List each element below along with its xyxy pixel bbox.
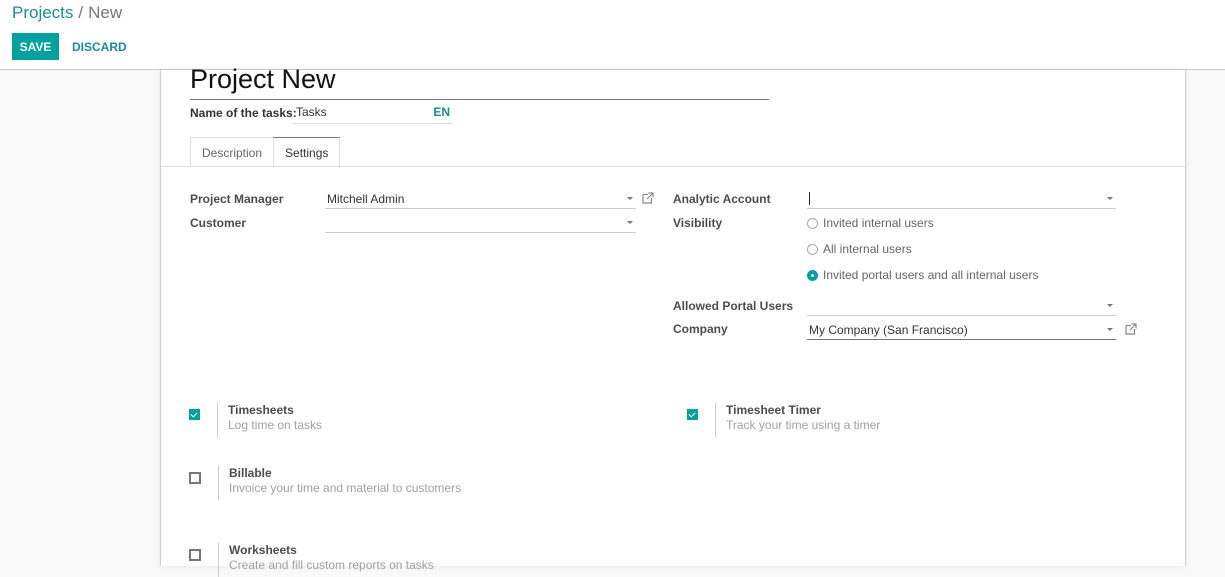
visibility-option-portal[interactable]: Invited portal users and all internal us… <box>807 268 1038 282</box>
setting-timesheets: Timesheets Log time on tasks <box>189 403 322 437</box>
allowed-portal-users-label: Allowed Portal Users <box>673 299 794 313</box>
setting-title: Timesheets <box>228 403 294 417</box>
company-select[interactable]: My Company (San Francisco) <box>807 320 1116 340</box>
radio-button-checked[interactable] <box>807 269 818 281</box>
task-name-label: Name of the tasks: <box>190 106 297 120</box>
visibility-label: Visibility <box>673 216 723 230</box>
worksheets-checkbox[interactable] <box>189 549 201 561</box>
discard-button[interactable]: DISCARD <box>66 33 133 60</box>
setting-body: Worksheets Create and fill custom report… <box>218 543 434 577</box>
timesheet-timer-checkbox[interactable] <box>687 409 698 420</box>
setting-title: Billable <box>229 466 272 480</box>
task-name-value: Tasks <box>296 104 327 119</box>
customer-label: Customer <box>190 216 247 230</box>
analytic-account-select[interactable] <box>807 189 1116 209</box>
analytic-account-label: Analytic Account <box>673 192 771 206</box>
chevron-down-icon[interactable] <box>1107 328 1113 331</box>
language-button[interactable]: EN <box>433 105 453 119</box>
setting-description: Log time on tasks <box>228 418 323 432</box>
company-label: Company <box>673 322 728 336</box>
project-name-input[interactable]: Project New <box>190 62 769 100</box>
external-link-icon[interactable] <box>642 192 654 204</box>
radio-label: All internal users <box>823 242 912 256</box>
radio-label: Invited internal users <box>823 216 934 230</box>
setting-body: Billable Invoice your time and material … <box>218 466 461 500</box>
setting-body: Timesheet Timer Track your time using a … <box>715 403 880 437</box>
tab-divider <box>161 166 1185 167</box>
project-manager-select[interactable]: Mitchell Admin <box>325 189 636 209</box>
chevron-down-icon[interactable] <box>627 221 633 224</box>
setting-body: Timesheets Log time on tasks <box>217 403 322 437</box>
control-panel: Projects / New SAVE DISCARD <box>0 0 1225 70</box>
setting-billable: Billable Invoice your time and material … <box>189 466 461 500</box>
chevron-down-icon[interactable] <box>627 197 633 200</box>
text-cursor <box>809 192 810 205</box>
tab-description[interactable]: Description <box>190 137 275 167</box>
setting-timesheet-timer: Timesheet Timer Track your time using a … <box>687 403 880 437</box>
task-name-input[interactable]: Tasks EN <box>293 100 453 124</box>
allowed-portal-users-select[interactable] <box>807 296 1116 316</box>
setting-description: Invoice your time and material to custom… <box>229 481 462 495</box>
visibility-option-all-internal[interactable]: All internal users <box>807 242 912 256</box>
tab-settings[interactable]: Settings <box>273 137 341 168</box>
timesheets-checkbox[interactable] <box>189 409 200 420</box>
radio-label: Invited portal users and all internal us… <box>823 268 1039 282</box>
breadcrumb-projects-link[interactable]: Projects <box>12 3 73 22</box>
setting-worksheets: Worksheets Create and fill custom report… <box>189 543 434 577</box>
visibility-option-invited-internal[interactable]: Invited internal users <box>807 216 934 230</box>
company-value: My Company (San Francisco) <box>809 322 968 337</box>
external-link-icon[interactable] <box>1125 323 1137 335</box>
notebook-tabs: Description Settings <box>190 137 341 168</box>
breadcrumb: Projects / New <box>12 3 122 23</box>
setting-description: Track your time using a timer <box>726 418 881 432</box>
project-manager-label: Project Manager <box>190 192 284 206</box>
chevron-down-icon[interactable] <box>1107 197 1113 200</box>
customer-select[interactable] <box>325 213 636 233</box>
chevron-down-icon[interactable] <box>1107 304 1113 307</box>
form-sheet: Project New Name of the tasks: Tasks EN … <box>160 64 1186 577</box>
breadcrumb-current: New <box>88 3 123 22</box>
setting-title: Timesheet Timer <box>726 403 821 417</box>
radio-button[interactable] <box>807 243 818 255</box>
billable-checkbox[interactable] <box>189 472 201 484</box>
breadcrumb-separator: / <box>78 3 84 22</box>
project-manager-value: Mitchell Admin <box>327 191 405 206</box>
setting-title: Worksheets <box>229 543 297 557</box>
radio-button[interactable] <box>807 217 818 229</box>
save-button[interactable]: SAVE <box>12 33 59 60</box>
